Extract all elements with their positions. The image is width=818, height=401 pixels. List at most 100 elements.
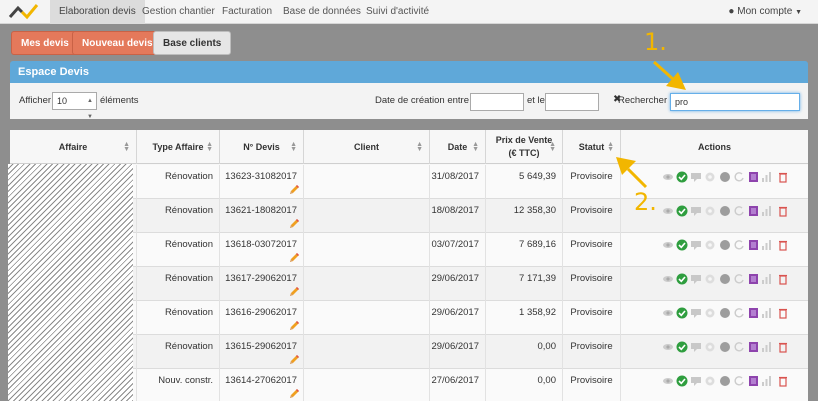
gear-icon[interactable] (704, 273, 716, 285)
account-menu[interactable]: ● Mon compte ▼ (728, 0, 802, 24)
bar-chart-icon[interactable] (761, 273, 773, 285)
check-icon[interactable] (676, 307, 688, 319)
header-type-affaire[interactable]: Type Affaire ▲ ▼ (137, 130, 220, 164)
document-icon[interactable] (747, 375, 759, 387)
header-affaire[interactable]: Affaire ▲ ▼ (10, 130, 137, 164)
header-prix[interactable]: Prix de Vente (€ TTC) ▲ ▼ (486, 130, 563, 164)
nav-gestion-chantier[interactable]: Gestion chantier (133, 0, 224, 24)
table-cell-prix: 1 358,92 (486, 301, 563, 335)
gear-icon[interactable] (704, 341, 716, 353)
circle-icon[interactable] (719, 341, 731, 353)
table-cell-prix: 7 171,39 (486, 267, 563, 301)
circle-icon[interactable] (719, 171, 731, 183)
edit-pencil-icon[interactable] (288, 184, 300, 196)
check-icon[interactable] (676, 375, 688, 387)
comment-icon[interactable] (690, 171, 702, 183)
header-client[interactable]: Client ▲ ▼ (304, 130, 430, 164)
eye-icon[interactable] (662, 375, 674, 387)
refresh-icon[interactable] (733, 171, 745, 183)
eye-icon[interactable] (662, 205, 674, 217)
check-icon[interactable] (676, 341, 688, 353)
date-to-input[interactable] (545, 93, 599, 111)
gear-icon[interactable] (704, 205, 716, 217)
table-cell-date: 29/06/2017 (430, 335, 486, 369)
trash-icon[interactable] (777, 171, 789, 183)
comment-icon[interactable] (690, 239, 702, 251)
refresh-icon[interactable] (733, 341, 745, 353)
edit-pencil-icon[interactable] (288, 252, 300, 264)
cell-prix: 7 171,39 (519, 273, 556, 284)
comment-icon[interactable] (690, 341, 702, 353)
gear-icon[interactable] (704, 375, 716, 387)
refresh-icon[interactable] (733, 239, 745, 251)
document-icon[interactable] (747, 307, 759, 319)
bar-chart-icon[interactable] (761, 171, 773, 183)
sort-icon: ▲ ▼ (206, 141, 213, 153)
eye-icon[interactable] (662, 171, 674, 183)
nav-elaboration-devis[interactable]: Elaboration devis (50, 0, 145, 24)
cell-statut: Provisoire (570, 273, 613, 284)
trash-icon[interactable] (777, 341, 789, 353)
page-length-select[interactable]: 10 ▲ ▼ (52, 92, 97, 120)
refresh-icon[interactable] (733, 205, 745, 217)
edit-pencil-icon[interactable] (288, 354, 300, 366)
document-icon[interactable] (747, 171, 759, 183)
circle-icon[interactable] (719, 273, 731, 285)
gear-icon[interactable] (704, 307, 716, 319)
trash-icon[interactable] (777, 239, 789, 251)
trash-icon[interactable] (777, 375, 789, 387)
nav-facturation[interactable]: Facturation (213, 0, 281, 24)
eye-icon[interactable] (662, 307, 674, 319)
trash-icon[interactable] (777, 273, 789, 285)
search-input[interactable]: pro (670, 93, 800, 111)
table-cell-date: 03/07/2017 (430, 233, 486, 267)
document-icon[interactable] (747, 205, 759, 217)
gear-icon[interactable] (704, 239, 716, 251)
check-icon[interactable] (676, 273, 688, 285)
edit-pencil-icon[interactable] (288, 388, 300, 400)
document-icon[interactable] (747, 239, 759, 251)
eye-icon[interactable] (662, 239, 674, 251)
header-num-devis[interactable]: N° Devis ▲ ▼ (220, 130, 304, 164)
edit-pencil-icon[interactable] (288, 218, 300, 230)
refresh-icon[interactable] (733, 375, 745, 387)
nav-suivi-activite[interactable]: Suivi d'activité (357, 0, 438, 24)
circle-icon[interactable] (719, 205, 731, 217)
bar-chart-icon[interactable] (761, 239, 773, 251)
eye-icon[interactable] (662, 341, 674, 353)
redacted-affaire-column (8, 164, 133, 401)
circle-icon[interactable] (719, 307, 731, 319)
bar-chart-icon[interactable] (761, 205, 773, 217)
nouveau-devis-button[interactable]: Nouveau devis (72, 31, 163, 55)
comment-icon[interactable] (690, 307, 702, 319)
nav-base-de-donnees[interactable]: Base de données (274, 0, 370, 24)
gear-icon[interactable] (704, 171, 716, 183)
comment-icon[interactable] (690, 205, 702, 217)
check-icon[interactable] (676, 205, 688, 217)
circle-icon[interactable] (719, 239, 731, 251)
table-cell-statut: Provisoire (563, 199, 621, 233)
header-date[interactable]: Date ▲ ▼ (430, 130, 486, 164)
document-icon[interactable] (747, 273, 759, 285)
edit-pencil-icon[interactable] (288, 286, 300, 298)
refresh-icon[interactable] (733, 273, 745, 285)
refresh-icon[interactable] (733, 307, 745, 319)
trash-icon[interactable] (777, 205, 789, 217)
document-icon[interactable] (747, 341, 759, 353)
table-cell-prix: 12 358,30 (486, 199, 563, 233)
edit-pencil-icon[interactable] (288, 320, 300, 332)
bar-chart-icon[interactable] (761, 341, 773, 353)
comment-icon[interactable] (690, 375, 702, 387)
check-icon[interactable] (676, 239, 688, 251)
comment-icon[interactable] (690, 273, 702, 285)
bar-chart-icon[interactable] (761, 375, 773, 387)
mes-devis-button[interactable]: Mes devis (11, 31, 79, 55)
bar-chart-icon[interactable] (761, 307, 773, 319)
eye-icon[interactable] (662, 273, 674, 285)
table-cell (304, 233, 430, 267)
base-clients-button[interactable]: Base clients (153, 31, 232, 55)
circle-icon[interactable] (719, 375, 731, 387)
trash-icon[interactable] (777, 307, 789, 319)
date-from-input[interactable] (470, 93, 524, 111)
check-icon[interactable] (676, 171, 688, 183)
